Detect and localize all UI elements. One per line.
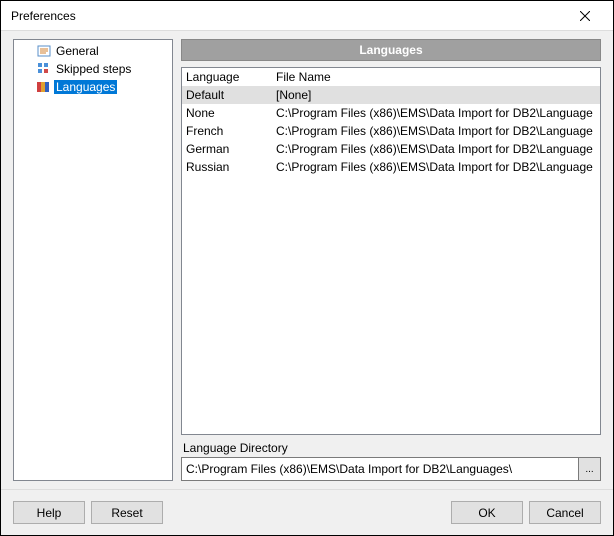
general-icon [36, 43, 52, 59]
cell-filename: C:\Program Files (x86)\EMS\Data Import f… [272, 160, 600, 174]
table-row[interactable]: GermanC:\Program Files (x86)\EMS\Data Im… [182, 140, 600, 158]
cell-language: Russian [182, 160, 272, 174]
directory-label: Language Directory [181, 441, 601, 455]
table-row[interactable]: FrenchC:\Program Files (x86)\EMS\Data Im… [182, 122, 600, 140]
cell-filename: [None] [272, 88, 600, 102]
cell-language: German [182, 142, 272, 156]
languages-grid[interactable]: Language File Name Default[None]NoneC:\P… [181, 67, 601, 435]
help-button[interactable]: Help [13, 501, 85, 524]
languages-icon [36, 79, 52, 95]
titlebar: Preferences [1, 1, 613, 31]
close-icon [580, 11, 590, 21]
directory-input-row: ... [181, 457, 601, 481]
language-directory-section: Language Directory ... [181, 441, 601, 481]
table-row[interactable]: NoneC:\Program Files (x86)\EMS\Data Impo… [182, 104, 600, 122]
directory-input[interactable] [181, 457, 579, 481]
cell-filename: C:\Program Files (x86)\EMS\Data Import f… [272, 106, 600, 120]
footer: Help Reset OK Cancel [1, 489, 613, 535]
nav-item-general[interactable]: ▸ General [14, 42, 172, 60]
cancel-button[interactable]: Cancel [529, 501, 601, 524]
grid-header-row: Language File Name [182, 68, 600, 86]
table-row[interactable]: RussianC:\Program Files (x86)\EMS\Data I… [182, 158, 600, 176]
body: ▸ General ▸ [1, 31, 613, 489]
nav-item-skipped-steps[interactable]: ▸ Skipped steps [14, 60, 172, 78]
nav-label: General [54, 44, 101, 58]
close-button[interactable] [565, 2, 605, 30]
reset-button[interactable]: Reset [91, 501, 163, 524]
window-title: Preferences [11, 9, 565, 23]
nav-tree: ▸ General ▸ [13, 39, 173, 481]
grid-body: Default[None]NoneC:\Program Files (x86)\… [182, 86, 600, 176]
section-header: Languages [181, 39, 601, 61]
skipped-steps-icon [36, 61, 52, 77]
col-language-header[interactable]: Language [182, 70, 272, 84]
cell-language: None [182, 106, 272, 120]
ok-button[interactable]: OK [451, 501, 523, 524]
nav-label: Skipped steps [54, 62, 133, 76]
table-row[interactable]: Default[None] [182, 86, 600, 104]
right-pane: Languages Language File Name Default[Non… [181, 39, 601, 481]
nav-label: Languages [54, 80, 117, 94]
cell-language: French [182, 124, 272, 138]
browse-button[interactable]: ... [579, 457, 601, 481]
cell-filename: C:\Program Files (x86)\EMS\Data Import f… [272, 124, 600, 138]
cell-filename: C:\Program Files (x86)\EMS\Data Import f… [272, 142, 600, 156]
cell-language: Default [182, 88, 272, 102]
col-filename-header[interactable]: File Name [272, 70, 600, 84]
preferences-window: Preferences ▸ General [0, 0, 614, 536]
nav-item-languages[interactable]: ▸ Languages [14, 78, 172, 96]
